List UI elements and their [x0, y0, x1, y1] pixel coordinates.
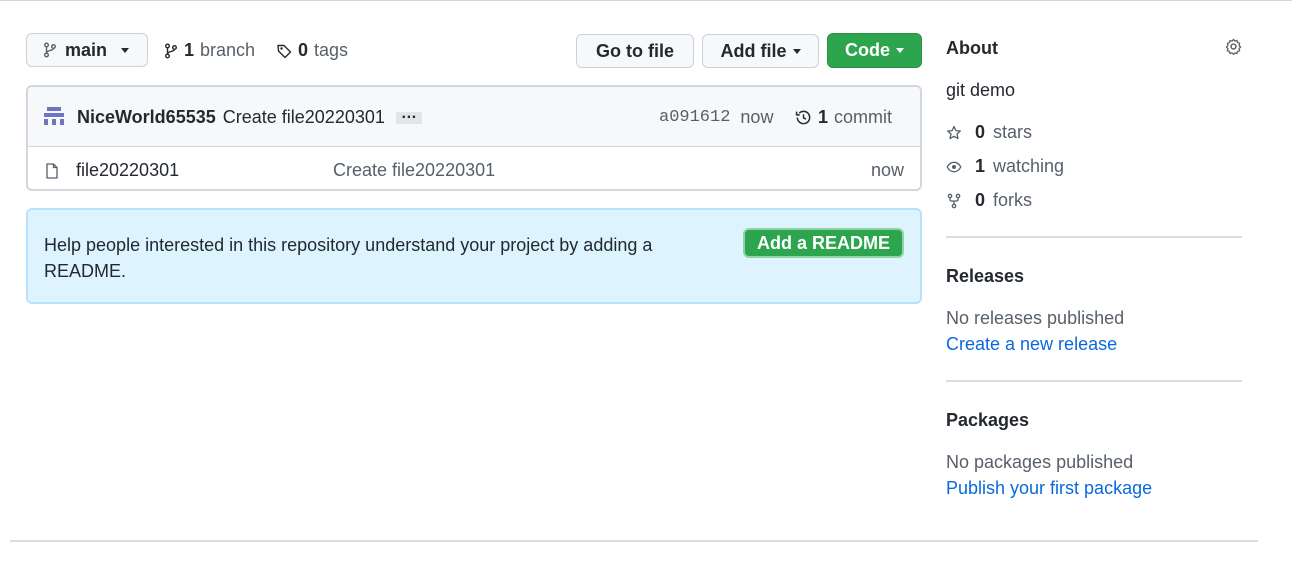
watching-label: watching: [993, 156, 1065, 176]
branch-name: main: [65, 39, 108, 60]
branch-label: branch: [200, 40, 256, 60]
sidebar-divider: [946, 236, 1242, 238]
releases-status: No releases published: [946, 308, 1125, 328]
tag-count: 0: [298, 40, 309, 60]
chevron-down-icon: [121, 47, 130, 53]
branch-count: 1: [184, 40, 195, 60]
commit-time: now: [740, 107, 774, 127]
readme-prompt: Help people interested in this repositor…: [26, 208, 922, 304]
repo-forked-icon: [946, 193, 962, 209]
code-label: Code: [845, 40, 890, 60]
watchers-link[interactable]: 1 watching: [946, 156, 1064, 177]
branches-link[interactable]: 1 branch: [164, 40, 255, 61]
publish-package-link[interactable]: Publish your first package: [946, 478, 1152, 499]
file-commit-time: now: [870, 160, 904, 180]
file-commit-message[interactable]: Create file20220301: [333, 160, 495, 181]
git-branch-icon: [164, 43, 178, 59]
file-row[interactable]: file20220301 Create file20220301 now: [28, 147, 920, 189]
branch-select-button[interactable]: main: [26, 33, 148, 67]
go-to-file-label: Go to file: [596, 40, 674, 61]
tags-link[interactable]: 0 tags: [276, 40, 348, 61]
stars-count: 0: [975, 122, 986, 142]
commit-count: 1: [818, 107, 829, 127]
chevron-down-icon: [792, 48, 801, 54]
commits-history-link[interactable]: 1 commit: [795, 107, 892, 128]
eye-icon: [946, 159, 962, 175]
commit-author[interactable]: NiceWorld65535: [77, 107, 216, 128]
file-name[interactable]: file20220301: [76, 160, 179, 181]
file-navigation-box: NiceWorld65535 Create file20220301 … a09…: [26, 85, 922, 191]
readme-prompt-text: Help people interested in this repositor…: [44, 235, 653, 281]
packages-heading[interactable]: Packages: [946, 410, 1029, 431]
watching-count: 1: [975, 156, 986, 176]
avatar-identicon[interactable]: [43, 106, 65, 128]
create-release-link[interactable]: Create a new release: [946, 334, 1117, 355]
tag-label: tags: [314, 40, 349, 60]
go-to-file-button[interactable]: Go to file: [576, 34, 694, 68]
forks-label: forks: [993, 190, 1033, 210]
releases-heading[interactable]: Releases: [946, 266, 1024, 287]
stars-label: stars: [993, 122, 1033, 142]
stars-link[interactable]: 0 stars: [946, 122, 1032, 143]
commit-expand-button[interactable]: …: [395, 105, 422, 124]
forks-link[interactable]: 0 forks: [946, 190, 1032, 211]
history-icon: [795, 109, 812, 126]
latest-commit-bar: NiceWorld65535 Create file20220301 … a09…: [28, 87, 920, 147]
add-file-label: Add file: [720, 40, 787, 61]
add-readme-button[interactable]: Add a README: [743, 228, 904, 258]
add-readme-label: Add a README: [756, 232, 890, 253]
commit-expand-label: …: [400, 104, 417, 122]
top-divider: [0, 0, 1292, 1]
about-heading: About: [946, 38, 998, 58]
commit-message[interactable]: Create file20220301: [223, 107, 385, 128]
add-file-button[interactable]: Add file: [702, 34, 819, 68]
repo-description: git demo: [946, 80, 1016, 100]
chevron-down-icon: [896, 48, 904, 53]
forks-count: 0: [975, 190, 986, 210]
commit-count-label: commit: [834, 107, 893, 127]
sidebar-divider: [946, 380, 1242, 382]
git-branch-icon: [43, 42, 57, 58]
packages-status: No packages published: [946, 452, 1134, 472]
bottom-divider: [10, 540, 1258, 542]
star-icon: [946, 125, 962, 141]
gear-icon[interactable]: [1225, 38, 1242, 55]
file-icon: [46, 163, 58, 179]
commit-sha[interactable]: a091612: [659, 108, 730, 127]
tag-icon: [276, 43, 292, 59]
code-button[interactable]: Code: [827, 33, 922, 68]
